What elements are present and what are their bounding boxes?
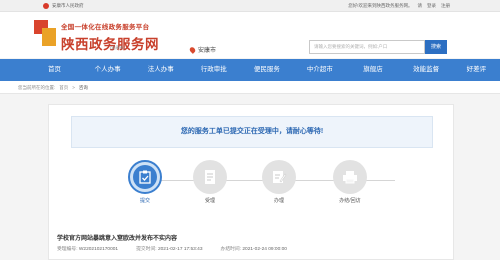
- number-label: 受理编号:: [57, 247, 78, 252]
- register-link[interactable]: 注册: [441, 0, 450, 12]
- pen-document-icon: [262, 160, 296, 194]
- step-accept-label: 受理: [204, 198, 215, 204]
- step-complete: 办结/回访: [325, 160, 375, 204]
- matter-meta: 受理编号: W2202102170001 提交时间: 2021-02-17 17…: [57, 245, 287, 252]
- search-button[interactable]: 搜索: [425, 40, 447, 54]
- search-input[interactable]: 请输入您要搜索的关键词，例如:户口: [309, 40, 425, 54]
- step-complete-label: 办结/回访: [339, 198, 361, 204]
- print-icon: [333, 160, 367, 194]
- breadcrumb-current: 咨询: [78, 85, 88, 90]
- logo-icon[interactable]: [34, 20, 58, 50]
- emblem-icon: [43, 3, 49, 9]
- location-selector[interactable]: 安康市: [188, 45, 217, 54]
- breadcrumb: 您当前所在的位置: 首页 > 咨询: [0, 81, 500, 94]
- breadcrumb-prefix: 您当前所在的位置:: [18, 85, 56, 90]
- step-accept: 受理: [190, 160, 230, 204]
- document-icon: [193, 160, 227, 194]
- deadline-value: 2021-02-24 09:00:00: [242, 247, 287, 252]
- breadcrumb-separator: >: [72, 85, 75, 90]
- nav-item-flagship[interactable]: 旗舰店: [346, 59, 399, 81]
- top-bar: 安康市人民政府 您好!欢迎来到陕西政务服务网。 请 登录 注册: [0, 0, 500, 12]
- nav-item-convenience[interactable]: 便民服务: [240, 59, 293, 81]
- nav-item-approval[interactable]: 行政审批: [187, 59, 240, 81]
- welcome-text: 您好!欢迎来到陕西政务服务网。: [348, 3, 413, 8]
- logo-region: (安康市): [110, 45, 125, 50]
- step-process: 办理: [259, 160, 299, 204]
- step-submit-label: 提交: [139, 198, 150, 204]
- nav-item-rating[interactable]: 好差评: [453, 59, 500, 81]
- status-notice: 您的服务工单已提交正在受理中，请耐心等待!: [71, 116, 433, 148]
- location-pin-icon: [188, 45, 197, 54]
- breadcrumb-home[interactable]: 首页: [59, 81, 68, 93]
- login-prompt: 请: [417, 3, 423, 8]
- nav-item-supervision[interactable]: 效能监督: [400, 59, 453, 81]
- step-submit: 提交: [125, 160, 165, 204]
- deadline-label: 办结时间:: [220, 247, 242, 252]
- logo-subtitle: 全国一体化在线政务服务平台: [61, 24, 150, 31]
- nav-item-home[interactable]: 首页: [28, 59, 81, 81]
- clipboard-check-icon: [133, 165, 157, 189]
- progress-steps: 提交 受理 办理 办结/回访: [49, 160, 455, 208]
- gov-link-label[interactable]: 安康市人民政府: [52, 0, 84, 12]
- location-label: 安康市: [198, 48, 217, 54]
- site-header: 全国一体化在线政务服务平台 陕西政务服务网 (安康市) 安康市 请输入您要搜索的…: [0, 12, 500, 58]
- matter-title: 学校官方网站暴跳意入窒欧改并发布不实内容: [57, 236, 178, 242]
- gov-link[interactable]: 安康市人民政府: [43, 0, 84, 12]
- nav-item-personal[interactable]: 个人办事: [81, 59, 134, 81]
- login-link[interactable]: 登录: [427, 0, 436, 12]
- main-nav: 首页 个人办事 法人办事 行政审批 便民服务 中介超市 旗舰店 效能监督 好差评: [0, 59, 500, 81]
- submit-time-value: 2021-02-17 17:53:43: [157, 247, 203, 252]
- submit-time-label: 提交时间:: [136, 247, 157, 252]
- step-process-label: 办理: [273, 198, 284, 204]
- nav-item-corporate[interactable]: 法人办事: [134, 59, 187, 81]
- status-notice-text: 您的服务工单已提交正在受理中，请耐心等待!: [180, 128, 324, 135]
- nav-item-agency-market[interactable]: 中介超市: [293, 59, 346, 81]
- ticket-card: 您的服务工单已提交正在受理中，请耐心等待! 提交 受理 办理 办结/回访 学校官…: [48, 104, 454, 260]
- number-value: W2202102170001: [78, 247, 119, 252]
